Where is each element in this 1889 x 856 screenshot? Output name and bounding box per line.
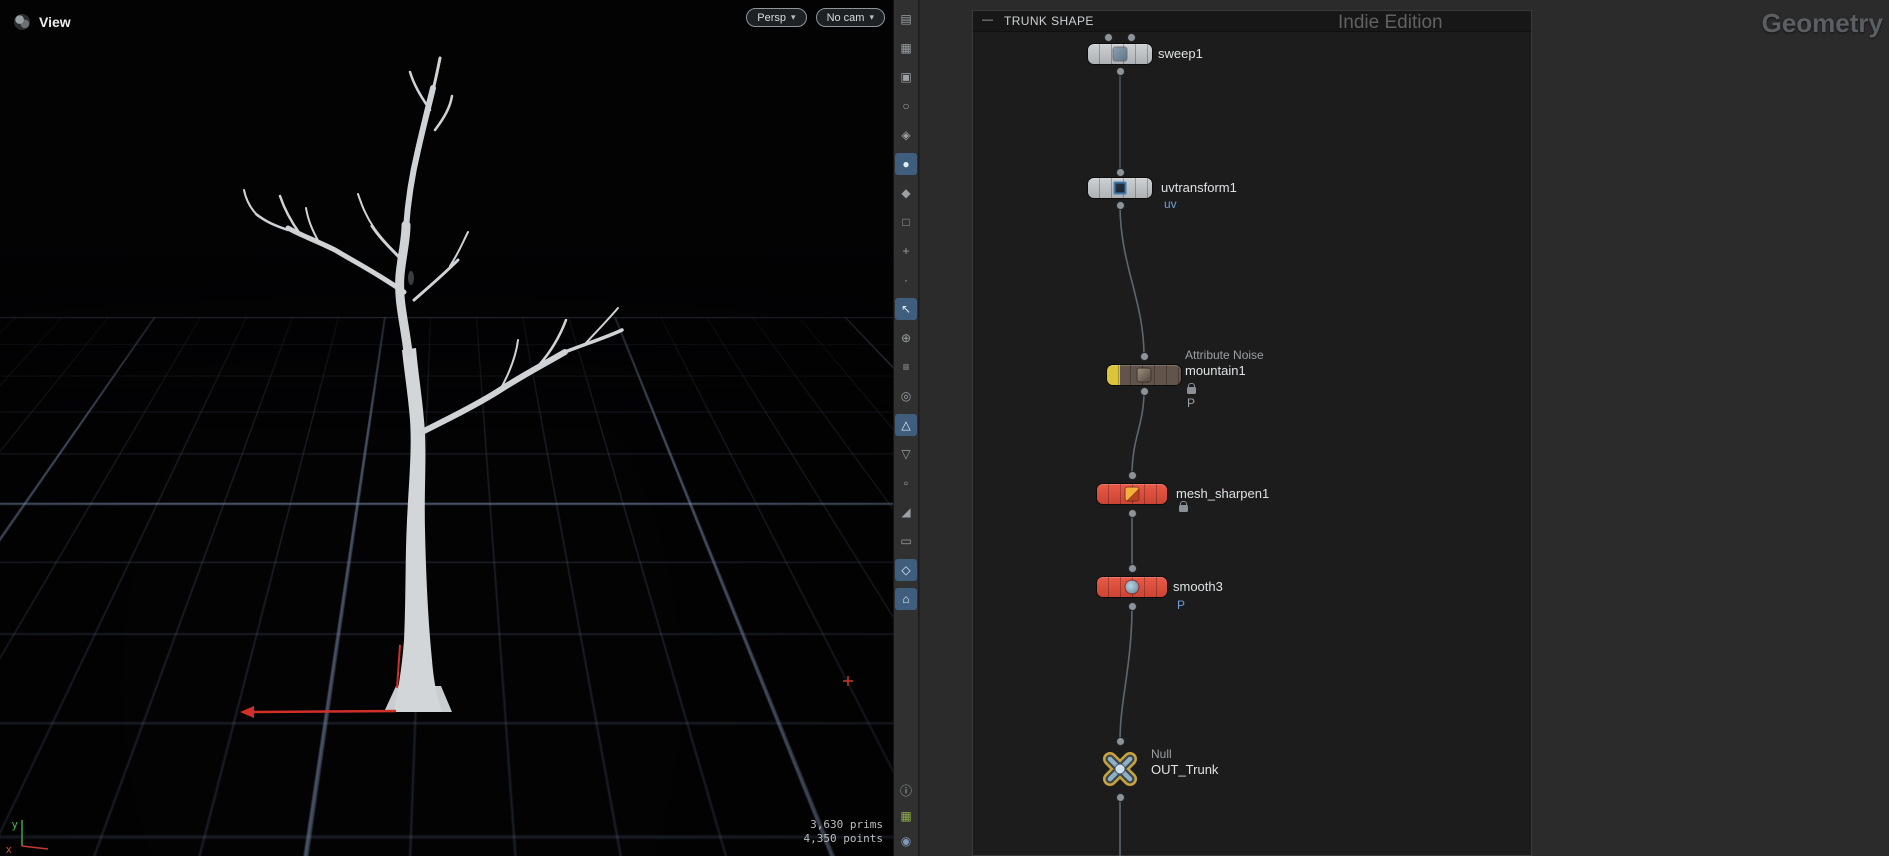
- soft-select-icon[interactable]: ◇: [895, 559, 917, 581]
- select-geometry-icon[interactable]: ◆: [895, 182, 917, 204]
- network-box-title: TRUNK SHAPE: [1004, 14, 1094, 28]
- snapshot-icon[interactable]: ◉: [895, 830, 917, 852]
- node-uvtransform1[interactable]: [1088, 178, 1152, 198]
- no-cam-label: No cam: [826, 11, 865, 24]
- node-output-tag-p: P: [1187, 396, 1196, 410]
- node-input-connector[interactable]: [1129, 565, 1136, 572]
- camera-persp-dropdown[interactable]: Persp ▾: [746, 8, 807, 27]
- pane-menu-icon[interactable]: [14, 14, 30, 30]
- uvtransform-node-icon: [1113, 181, 1127, 195]
- collapse-icon[interactable]: —: [981, 14, 994, 28]
- lock-icon: [1187, 383, 1196, 394]
- stats-points: 4,350 points: [803, 832, 883, 845]
- node-label-out-trunk[interactable]: OUT_Trunk: [1151, 760, 1218, 780]
- chevron-down-icon: ▾: [869, 12, 874, 22]
- node-output-connector[interactable]: [1129, 603, 1136, 610]
- lock-icon: [1179, 501, 1188, 512]
- toolbar-bottom-group: ⓘ ▦ ◉: [894, 780, 918, 852]
- network-box-header[interactable]: — TRUNK SHAPE: [973, 11, 1531, 32]
- sweep-node-icon: [1113, 47, 1127, 61]
- rotate-tool-icon[interactable]: ◎: [895, 385, 917, 407]
- node-label-smooth3[interactable]: smooth3: [1173, 577, 1223, 597]
- box-select-icon[interactable]: □: [895, 211, 917, 233]
- node-input-connector[interactable]: [1128, 34, 1135, 41]
- pivot-marker: [843, 676, 853, 686]
- axis-gizmo: y x: [6, 819, 49, 856]
- lock-icon[interactable]: ▣: [895, 66, 917, 88]
- node-label-uvtransform1[interactable]: uvtransform1: [1161, 178, 1237, 198]
- smooth-node-icon: [1125, 580, 1139, 594]
- node-label-mesh-sharpen1[interactable]: mesh_sharpen1: [1176, 484, 1269, 504]
- node-input-connector[interactable]: [1141, 353, 1148, 360]
- node-output-connector[interactable]: [1117, 68, 1124, 75]
- radial-menu-icon[interactable]: ○: [895, 95, 917, 117]
- houdini-window: y x View Persp ▾ No cam ▾ 3,630 prims 4,…: [0, 0, 1889, 856]
- info-icon[interactable]: ⓘ: [895, 780, 917, 802]
- camera-select-dropdown[interactable]: No cam ▾: [815, 8, 885, 27]
- left-toolbar: ▤ ▦ ▣ ○ ◈ ● ◆ □ + · ↖ ⊕ ≡ ◎ △ ▽ ▫ ◢ ▭ ◇ ⌂ ⓘ ▦ ◉: [893, 0, 919, 856]
- attribute-noise-node-icon: [1137, 368, 1151, 382]
- select-arrow-icon[interactable]: ↖: [895, 298, 917, 320]
- node-sweep1[interactable]: [1088, 44, 1152, 64]
- stats-prims: 3,630 prims: [810, 818, 883, 831]
- axis-x-label: x: [6, 844, 12, 856]
- scene-viewport[interactable]: y x View Persp ▾ No cam ▾ 3,630 prims 4,…: [0, 0, 893, 856]
- display-options-icon[interactable]: ◈: [895, 124, 917, 146]
- node-out-trunk[interactable]: [1096, 745, 1144, 793]
- node-input-connector[interactable]: [1129, 472, 1136, 479]
- snap-grid-icon[interactable]: ▦: [895, 37, 917, 59]
- node-mountain1[interactable]: [1107, 365, 1181, 385]
- node-label-mountain1[interactable]: mountain1: [1185, 361, 1246, 381]
- geometry-stats: 3,630 prims 4,350 points: [804, 818, 883, 846]
- view-tool-icon[interactable]: ●: [895, 153, 917, 175]
- scale-tool-icon[interactable]: △: [895, 414, 917, 436]
- home-view-icon[interactable]: ⌂: [895, 588, 917, 610]
- x-axis-handle: [240, 644, 401, 718]
- node-label-sweep1[interactable]: sweep1: [1158, 44, 1203, 64]
- node-output-tag-uv: uv: [1164, 197, 1177, 211]
- network-box-trunk-shape[interactable]: — TRUNK SHAPE: [972, 10, 1532, 856]
- node-output-connector[interactable]: [1129, 510, 1136, 517]
- node-input-connector[interactable]: [1105, 34, 1112, 41]
- flatten-icon[interactable]: ▭: [895, 530, 917, 552]
- network-context-label: Geometry: [1761, 8, 1883, 38]
- small-grid-icon[interactable]: ▫: [895, 472, 917, 494]
- tree-model[interactable]: y x: [0, 0, 893, 856]
- node-output-connector[interactable]: [1117, 794, 1124, 801]
- axis-y-label: y: [12, 819, 18, 831]
- handle-list-icon[interactable]: ≡: [895, 356, 917, 378]
- pane-title: View: [39, 14, 71, 30]
- network-editor[interactable]: — TRUNK SHAPE Indie Edition Geometry swe…: [920, 0, 1889, 856]
- node-output-tag-p: P: [1177, 598, 1186, 612]
- falloff-icon[interactable]: ▽: [895, 443, 917, 465]
- chevron-down-icon: ▾: [791, 12, 796, 22]
- move-tool-icon[interactable]: +: [895, 240, 917, 262]
- pane-layout-icon[interactable]: ▤: [895, 8, 917, 30]
- persp-label: Persp: [757, 11, 787, 24]
- node-input-connector[interactable]: [1117, 169, 1124, 176]
- node-output-connector[interactable]: [1117, 202, 1124, 209]
- node-output-connector[interactable]: [1141, 388, 1148, 395]
- node-mesh-sharpen1[interactable]: [1097, 484, 1167, 504]
- translate-handle-icon[interactable]: ⊕: [895, 327, 917, 349]
- mesh-sharpen-node-icon: [1125, 487, 1139, 501]
- divider-dot-icon[interactable]: ·: [895, 269, 917, 291]
- node-input-connector[interactable]: [1117, 738, 1124, 745]
- cook-mode-icon[interactable]: ▦: [895, 805, 917, 827]
- node-smooth3[interactable]: [1097, 577, 1167, 597]
- corner-pin-icon[interactable]: ◢: [895, 501, 917, 523]
